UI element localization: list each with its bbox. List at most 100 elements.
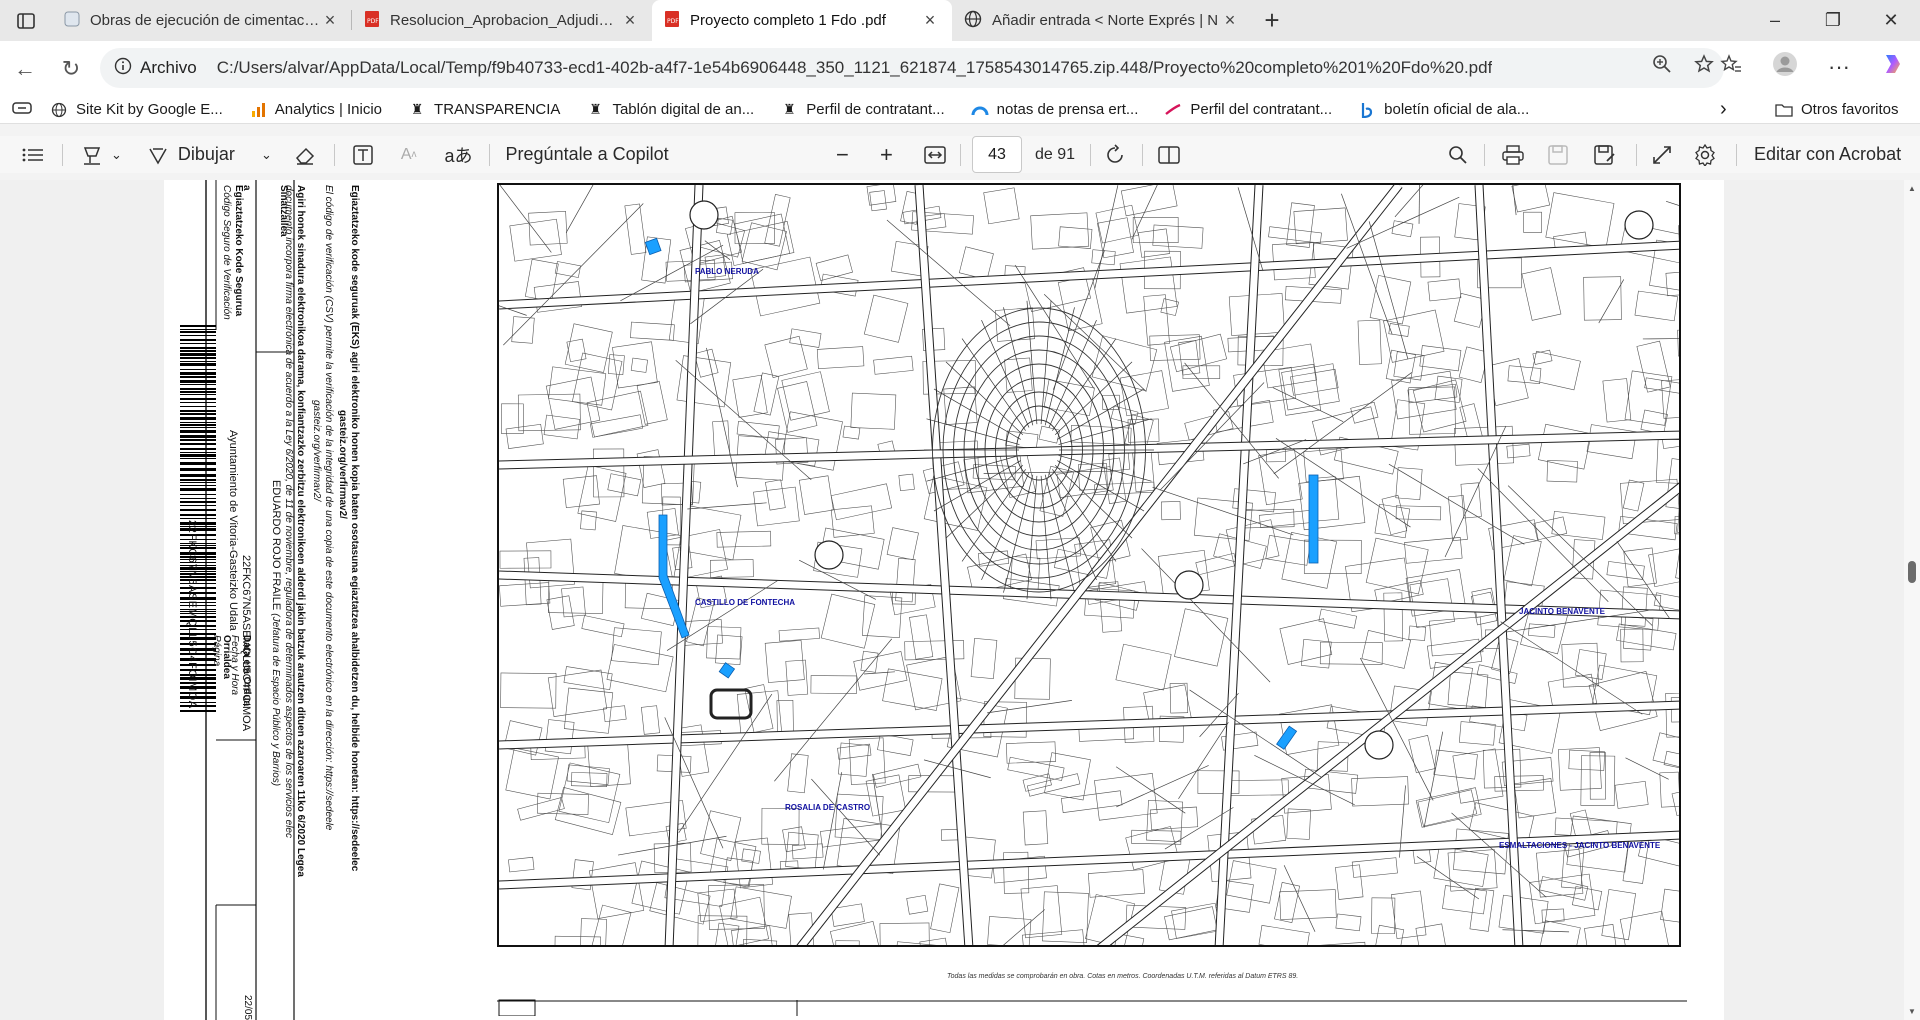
tab-obras[interactable]: Obras de ejecución de cimentación × <box>52 0 352 41</box>
settings-gear-icon[interactable] <box>1694 143 1716 166</box>
search-icon[interactable] <box>1448 145 1468 165</box>
vertical-scrollbar[interactable]: ▲ ▼ <box>1904 180 1920 1020</box>
map-label: ROSALIA DE CASTRO <box>785 803 871 812</box>
close-window-button[interactable]: ✕ <box>1862 0 1920 41</box>
close-icon[interactable]: × <box>320 10 340 31</box>
globe-icon <box>50 101 68 119</box>
page-number-input[interactable]: 43 <box>972 136 1022 173</box>
zoom-in-button[interactable]: + <box>880 142 893 168</box>
window-controls: – ❐ ✕ <box>1746 0 1920 41</box>
favorites-icon[interactable] <box>1720 54 1742 79</box>
tab-norte-expres[interactable]: Añadir entrada < Norte Exprés | N × <box>952 0 1252 41</box>
close-icon[interactable]: × <box>620 10 640 31</box>
chevron-down-icon[interactable]: ⌄ <box>111 147 122 163</box>
tab-actions-icon[interactable] <box>12 101 32 119</box>
favorite-label: Analytics | Inicio <box>274 101 383 118</box>
save-icon[interactable] <box>1548 144 1568 165</box>
scroll-down-icon[interactable]: ▼ <box>1908 1007 1916 1016</box>
save-as-icon[interactable] <box>1594 144 1616 165</box>
csv-url-eu: gasteiz.org/verfirmav2/ <box>337 410 348 519</box>
favorites-bar: Site Kit by Google E... Analytics | Inic… <box>0 96 1920 124</box>
page-view-icon[interactable] <box>1158 145 1180 165</box>
scrollbar-thumb[interactable] <box>1908 561 1916 583</box>
chevron-right-icon[interactable]: › <box>1720 98 1727 121</box>
highlight-icon[interactable] <box>81 144 103 166</box>
profile-avatar[interactable] <box>1772 51 1798 82</box>
barcode-code-text: 22FKC67N5ASEMQLL5C4FOIMOA <box>186 520 198 709</box>
fit-width-icon[interactable] <box>924 145 946 164</box>
organization-label: Ayuntamiento de Vitoria-Gasteizko Udala <box>227 430 239 631</box>
pdf-icon: PDF <box>364 10 380 32</box>
crest-icon: ♜ <box>589 101 602 117</box>
fullscreen-icon[interactable] <box>1652 145 1672 165</box>
tab-proyecto[interactable]: PDF Proyecto completo 1 Fdo .pdf × <box>652 0 952 41</box>
chevron-down-icon[interactable]: ⌄ <box>261 147 272 163</box>
street-map: PABLO NERUDA CASTILLO DE FONTECHA ROSALI… <box>497 183 1681 947</box>
sign-legal-eu: Agiri honek sinadura elektronikoa darama… <box>295 185 306 877</box>
favorite-item[interactable]: notas de prensa ert... <box>971 101 1138 119</box>
check-icon <box>1164 101 1182 119</box>
crest-icon: ♜ <box>782 101 796 117</box>
translate-icon[interactable]: aあ <box>445 142 473 168</box>
scroll-up-icon[interactable]: ▲ <box>1908 184 1916 193</box>
pdf-viewer[interactable]: 22FKC67N5ASEMQLL5C4FOIMOA Ayuntamiento d… <box>0 180 1920 1020</box>
close-icon[interactable]: × <box>920 10 940 31</box>
copilot-icon[interactable] <box>1880 51 1906 82</box>
print-icon[interactable] <box>1502 144 1524 165</box>
favorite-star-icon[interactable] <box>1694 54 1714 79</box>
address-field[interactable]: Archivo C:/Users/alvar/AppData/Local/Tem… <box>100 48 1724 88</box>
other-favorites[interactable]: Otros favoritos <box>1775 101 1899 119</box>
zoom-icon[interactable] <box>1652 54 1672 79</box>
csv-url-es: gasteiz.org/verfirmav2/ <box>311 400 322 502</box>
favorite-label: Site Kit by Google E... <box>76 101 223 118</box>
contents-icon[interactable] <box>22 147 44 163</box>
code-header: Egiaztatzeko Kode Segurua <box>233 185 244 317</box>
close-icon[interactable]: × <box>1220 10 1240 31</box>
favorite-label: Otros favoritos <box>1801 101 1899 118</box>
rotate-icon[interactable] <box>1104 143 1126 166</box>
favorite-label: boletín oficial de ala... <box>1384 101 1530 118</box>
sidebar-toggle-button[interactable] <box>0 0 52 41</box>
favorite-item[interactable]: Site Kit by Google E... <box>50 101 223 119</box>
analytics-icon <box>249 101 267 119</box>
tab-resolucion[interactable]: PDF Resolucion_Aprobacion_Adjudicacion × <box>352 0 652 41</box>
map-label: ESMALTACIONES - JACINTO BENAVENTE <box>1499 841 1661 850</box>
info-icon[interactable] <box>114 57 132 80</box>
eraser-icon[interactable] <box>294 145 316 165</box>
draw-icon <box>149 147 167 165</box>
more-icon[interactable]: ··· <box>1828 54 1850 80</box>
draw-button[interactable]: Dibujar <box>148 144 235 165</box>
favorite-item[interactable]: boletín oficial de ala... <box>1358 101 1529 119</box>
map-label: CASTILLO DE FONTECHA <box>695 598 795 607</box>
reload-button[interactable]: ↻ <box>50 48 92 90</box>
restore-button[interactable]: ❐ <box>1804 0 1862 41</box>
minimize-button[interactable]: – <box>1746 0 1804 41</box>
favorite-item[interactable]: ♜ Tablón digital de an... <box>586 101 754 119</box>
protocol-label: Archivo <box>140 58 197 77</box>
code-header-es: Código Seguro de Verificación <box>221 185 232 320</box>
back-button[interactable]: ← <box>4 48 46 90</box>
copilot-button[interactable]: Pregúntale a Copilot <box>506 144 669 165</box>
page-total-label: de 91 <box>1035 145 1076 163</box>
page-header: Orrialdea <box>221 635 232 679</box>
favorite-item[interactable]: Perfil del contratant... <box>1164 101 1332 119</box>
signer-name: EDUARDO ROJO FRAILE (Jefatura de Espacio… <box>270 480 282 787</box>
new-tab-button[interactable]: + <box>1252 0 1292 41</box>
favorite-label: Tablón digital de an... <box>612 101 755 118</box>
read-aloud-icon[interactable]: Aʌ <box>401 146 417 164</box>
csv-legal-es: El código de verificación (CSV) permite … <box>323 185 334 831</box>
text-box-icon[interactable] <box>353 144 373 165</box>
map-label: JACINTO BENAVENTE <box>1519 607 1605 616</box>
csv-legal-eu: Egiaztatzeko kode seguruak (EKS) agiri e… <box>349 185 360 872</box>
zoom-out-button[interactable]: − <box>836 142 849 168</box>
favorite-label: Perfil del contratant... <box>1190 101 1333 118</box>
url-text[interactable]: C:/Users/alvar/AppData/Local/Temp/f9b407… <box>217 58 1493 78</box>
sign-legal-es: documento incorpora firma electrónica de… <box>283 185 294 838</box>
tab-title: Proyecto completo 1 Fdo .pdf <box>690 12 886 29</box>
favorite-item[interactable]: ♜ TRANSPARENCIA <box>408 101 561 119</box>
date-header: Data eta Ordua <box>241 635 252 707</box>
edit-acrobat-button[interactable]: Editar con Acrobat <box>1754 144 1901 165</box>
favorite-item[interactable]: ♜ Perfil de contratant... <box>780 101 945 119</box>
favorite-label: Perfil de contratant... <box>806 101 945 118</box>
favorite-item[interactable]: Analytics | Inicio <box>249 101 382 119</box>
